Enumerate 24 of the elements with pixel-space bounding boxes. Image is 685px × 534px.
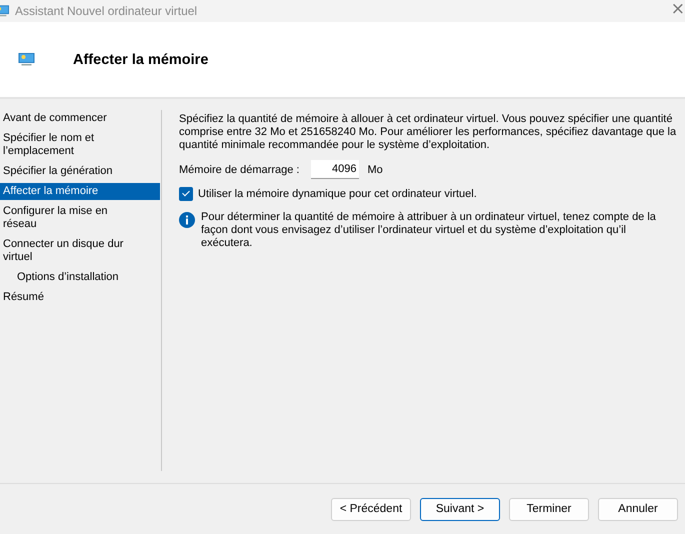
wizard-button[interactable]: Suivant > — [420, 498, 500, 520]
monitor-icon — [18, 53, 35, 66]
wizard-step[interactable]: Spécifier le nom et l’emplacement — [0, 130, 160, 160]
wizard-step[interactable]: Connecter un disque dur virtuel — [0, 236, 160, 266]
field-label: Mémoire de démarrage : — [179, 164, 300, 176]
window-title: Assistant Nouvel ordinateur virtuel — [15, 4, 198, 18]
wizard-step[interactable]: Configurer la mise en réseau — [0, 203, 160, 233]
wizard-button[interactable]: Annuler — [598, 498, 678, 520]
close-button[interactable]: × — [666, 0, 685, 19]
description-text: Spécifiez la quantité de mémoire à allouer à cet ordinateur virtuel. Vous pouvez spécifier une quantité comprise entre 32 Mo et 251658240 Mo. Pour améliorer les performances, spécifiez davantage que la quantité minimale recommandée pour le système d’exploitation. — [179, 113, 678, 152]
wizard-step[interactable]: Affecter la mémoire — [0, 183, 160, 200]
wizard-button[interactable]: < Précédent — [331, 498, 411, 520]
info-text: Pour déterminer la quantité de mémoire à attribuer à un ordinateur virtuel, tenez compte de la façon dont vous envisagez d’utiliser l’ordinateur virtuel et du système d’exploitation qu’il exécutera. — [201, 211, 657, 250]
memory-input-field[interactable]: 4096 — [311, 160, 360, 179]
unit-label: Mo — [367, 164, 383, 176]
wizard-step[interactable]: Résumé — [0, 289, 160, 306]
wizard-step[interactable]: Options d’installation — [0, 269, 160, 286]
info-icon — [179, 212, 195, 228]
checkbox[interactable] — [179, 187, 193, 201]
checkbox-label: Utiliser la mémoire dynamique pour cet ordinateur virtuel. — [198, 188, 477, 200]
wizard-step[interactable]: Avant de commencer — [0, 110, 160, 127]
wizard-button[interactable]: Terminer — [509, 498, 589, 520]
page-heading: Affecter la mémoire — [73, 52, 208, 68]
wizard-step[interactable]: Spécifier la génération — [0, 163, 160, 180]
